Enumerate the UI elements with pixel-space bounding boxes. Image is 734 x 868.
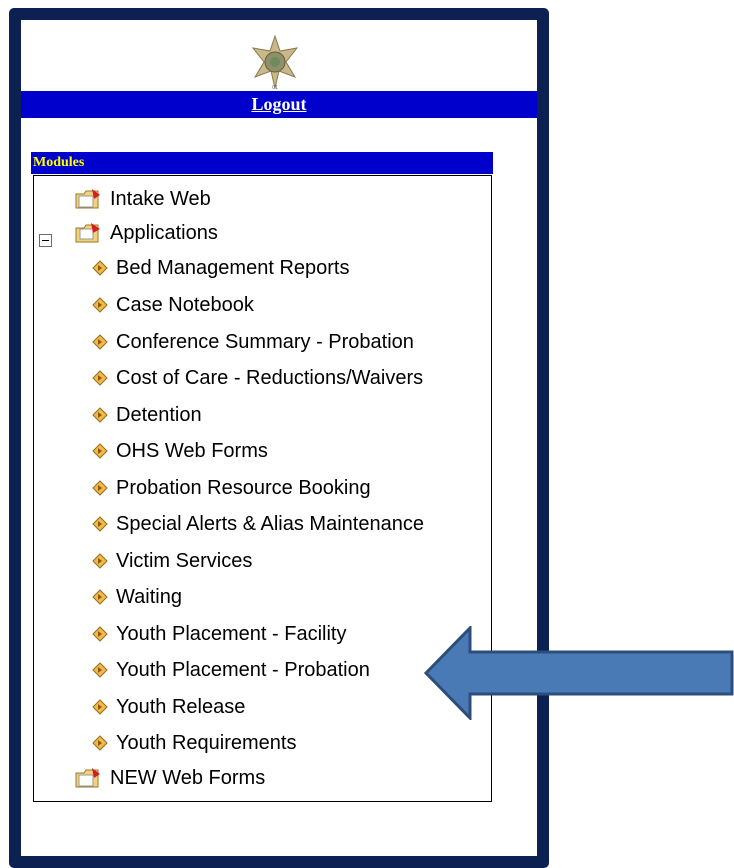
tree-item-label: Applications (110, 221, 218, 244)
left-arrow-icon (424, 626, 734, 720)
folder-open-icon (75, 223, 100, 243)
tree-child-detention[interactable]: Detention (92, 402, 202, 428)
modules-header: Modules (31, 152, 493, 174)
tree-item-applications[interactable]: Applications (74, 220, 218, 246)
tree-child-cost-of-care[interactable]: Cost of Care - Reductions/Waivers (92, 365, 423, 391)
logout-link[interactable]: Logout (251, 94, 306, 114)
tree-item-label: NEW Web Forms (110, 766, 266, 789)
tree-child-conference-summary-probation[interactable]: Conference Summary - Probation (92, 329, 414, 355)
collapse-toggle-icon[interactable] (39, 234, 52, 247)
tree-item-label: Probation Resource Booking (116, 476, 371, 499)
tree-child-youth-placement-probation[interactable]: Youth Placement - Probation (92, 657, 370, 683)
diamond-bullet-icon (92, 334, 108, 350)
tree-item-label: Youth Release (116, 695, 246, 718)
tree-child-case-notebook[interactable]: Case Notebook (92, 292, 254, 318)
diamond-bullet-icon (92, 589, 108, 605)
diamond-bullet-icon (92, 699, 108, 715)
tree-child-youth-placement-facility[interactable]: Youth Placement - Facility (92, 621, 346, 647)
tree-child-probation-resource-booking[interactable]: Probation Resource Booking (92, 475, 371, 501)
tree-item-label: Conference Summary - Probation (116, 330, 414, 353)
main-panel: 01 Logout Modules Intake Web Application… (9, 8, 549, 868)
diamond-bullet-icon (92, 735, 108, 751)
tree-item-label: Youth Placement - Probation (116, 658, 370, 681)
tree-item-label: Waiting (116, 585, 182, 608)
diamond-bullet-icon (92, 662, 108, 678)
tree-child-special-alerts[interactable]: Special Alerts & Alias Maintenance (92, 511, 424, 537)
diamond-bullet-icon (92, 553, 108, 569)
diamond-bullet-icon (92, 370, 108, 386)
tree-item-label: OHS Web Forms (116, 439, 268, 462)
diamond-bullet-icon (92, 480, 108, 496)
tree-child-bed-management-reports[interactable]: Bed Management Reports (92, 255, 349, 281)
diamond-bullet-icon (92, 626, 108, 642)
tree-item-label: Cost of Care - Reductions/Waivers (116, 366, 424, 389)
tree-child-ohs-web-forms[interactable]: OHS Web Forms (92, 438, 268, 464)
diamond-bullet-icon (92, 443, 108, 459)
tree-item-label: Youth Requirements (116, 731, 297, 754)
folder-icon (75, 768, 100, 788)
tree-child-victim-services[interactable]: Victim Services (92, 548, 252, 574)
tree-item-label: Case Notebook (116, 293, 254, 316)
tree-item-label: Intake Web (110, 187, 211, 210)
tree-item-label: Victim Services (116, 549, 253, 572)
tree-item-new-web-forms[interactable]: NEW Web Forms (74, 765, 265, 791)
tree-item-label: Bed Management Reports (116, 256, 350, 279)
folder-icon (75, 189, 100, 209)
tree-child-waiting[interactable]: Waiting (92, 584, 182, 610)
tree-item-label: Detention (116, 403, 202, 426)
tree-item-label: Special Alerts & Alias Maintenance (116, 512, 424, 535)
diamond-bullet-icon (92, 260, 108, 276)
diamond-bullet-icon (92, 516, 108, 532)
diamond-bullet-icon (92, 297, 108, 313)
tree-child-youth-release[interactable]: Youth Release (92, 694, 245, 720)
tree-child-youth-requirements[interactable]: Youth Requirements (92, 730, 297, 756)
diamond-bullet-icon (92, 407, 108, 423)
logout-bar: Logout (21, 91, 537, 118)
tree-item-intake-web[interactable]: Intake Web (74, 186, 211, 212)
sheriff-badge-icon: 01 (251, 34, 299, 91)
tree-item-label: Youth Placement - Facility (116, 622, 347, 645)
